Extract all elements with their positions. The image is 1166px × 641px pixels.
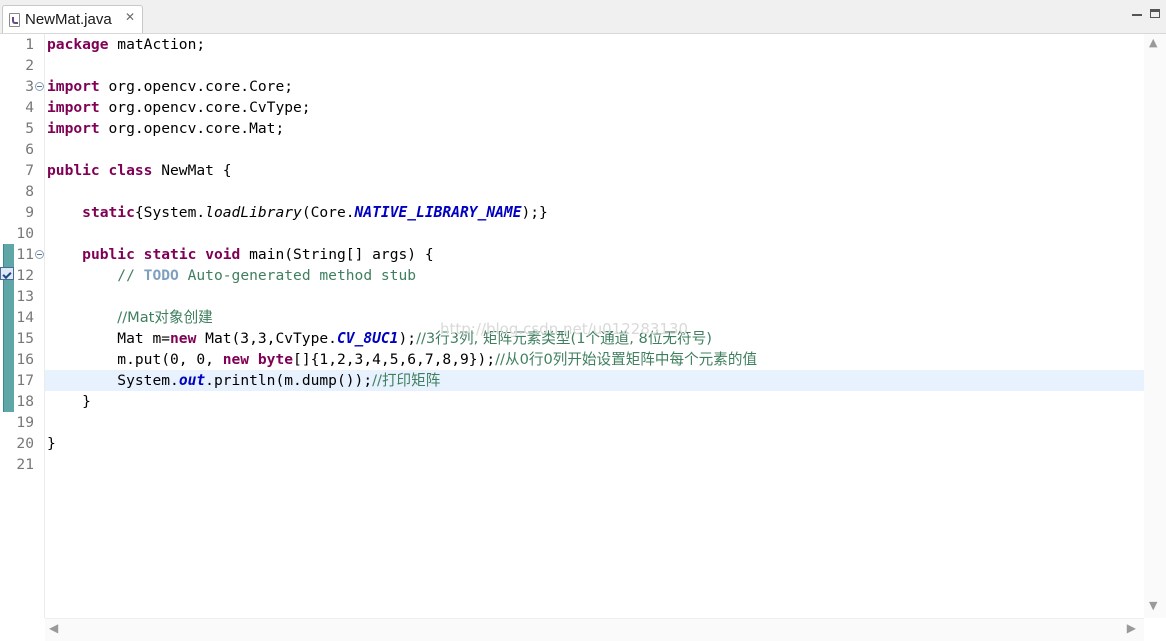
line-number: 18 bbox=[16, 393, 34, 410]
line-number: 4 bbox=[25, 99, 34, 116]
line-number-gutter: 1 2 3 4 5 6 7 8 9 10 11 12 13 14 15 16 1… bbox=[14, 34, 45, 618]
line-number: 14 bbox=[16, 309, 34, 326]
java-file-icon bbox=[9, 13, 20, 27]
code-line: // TODO Auto-generated method stub bbox=[117, 267, 417, 284]
code-line: import org.opencv.core.Core; bbox=[47, 78, 294, 95]
code-line: public class NewMat { bbox=[47, 162, 232, 179]
line-number: 11 bbox=[16, 246, 34, 263]
code-line: import org.opencv.core.Mat; bbox=[47, 120, 285, 137]
minimize-icon[interactable] bbox=[1132, 9, 1142, 16]
line-number: 7 bbox=[25, 162, 34, 179]
line-number: 2 bbox=[25, 57, 34, 74]
vertical-scrollbar[interactable]: ▲ ▼ bbox=[1144, 34, 1166, 618]
code-line: //Mat对象创建 bbox=[117, 309, 213, 326]
line-number: 3 bbox=[25, 78, 34, 95]
fold-collapse-icon[interactable] bbox=[35, 82, 44, 91]
line-number: 12 bbox=[16, 267, 34, 284]
editor-tab-bar: NewMat.java ✕ bbox=[0, 0, 1166, 34]
line-number: 6 bbox=[25, 141, 34, 158]
tab-newmat-java[interactable]: NewMat.java ✕ bbox=[2, 5, 143, 33]
task-marker-icon[interactable] bbox=[0, 267, 14, 280]
code-line: } bbox=[47, 435, 56, 452]
tab-label: NewMat.java bbox=[25, 11, 112, 28]
code-line-current: System.out.println(m.dump());//打印矩阵 bbox=[45, 370, 1144, 391]
horizontal-scrollbar[interactable]: ◀ ▶ bbox=[45, 618, 1144, 641]
line-number: 19 bbox=[16, 414, 34, 431]
code-line: package matAction; bbox=[47, 36, 206, 53]
code-line: static{System.loadLibrary(Core.NATIVE_LI… bbox=[82, 204, 548, 221]
code-line: Mat m=new Mat(3,3,CvType.CV_8UC1);//3行3列… bbox=[117, 330, 712, 347]
line-number: 5 bbox=[25, 120, 34, 137]
line-number: 21 bbox=[16, 456, 34, 473]
code-line: } bbox=[47, 393, 91, 410]
line-number: 1 bbox=[25, 36, 34, 53]
code-line: m.put(0, 0, new byte[]{1,2,3,4,5,6,7,8,9… bbox=[117, 351, 758, 368]
line-number: 16 bbox=[16, 351, 34, 368]
line-number: 15 bbox=[16, 330, 34, 347]
line-number: 8 bbox=[25, 183, 34, 200]
code-line: public static void main(String[] args) { bbox=[82, 246, 434, 263]
fold-collapse-icon[interactable] bbox=[35, 250, 44, 259]
line-number: 13 bbox=[16, 288, 34, 305]
line-number: 17 bbox=[16, 372, 34, 389]
maximize-icon[interactable] bbox=[1150, 9, 1160, 18]
scroll-right-icon[interactable]: ▶ bbox=[1127, 621, 1136, 635]
scroll-left-icon[interactable]: ◀ bbox=[49, 621, 58, 635]
close-icon[interactable]: ✕ bbox=[125, 10, 135, 24]
line-number: 20 bbox=[16, 435, 34, 452]
scroll-down-icon[interactable]: ▼ bbox=[1149, 599, 1157, 612]
line-number: 10 bbox=[16, 225, 34, 242]
code-line: import org.opencv.core.CvType; bbox=[47, 99, 311, 116]
scroll-up-icon[interactable]: ▲ bbox=[1149, 36, 1157, 49]
code-editor[interactable]: package matAction; import org.opencv.cor… bbox=[45, 34, 1144, 618]
line-number: 9 bbox=[25, 204, 34, 221]
